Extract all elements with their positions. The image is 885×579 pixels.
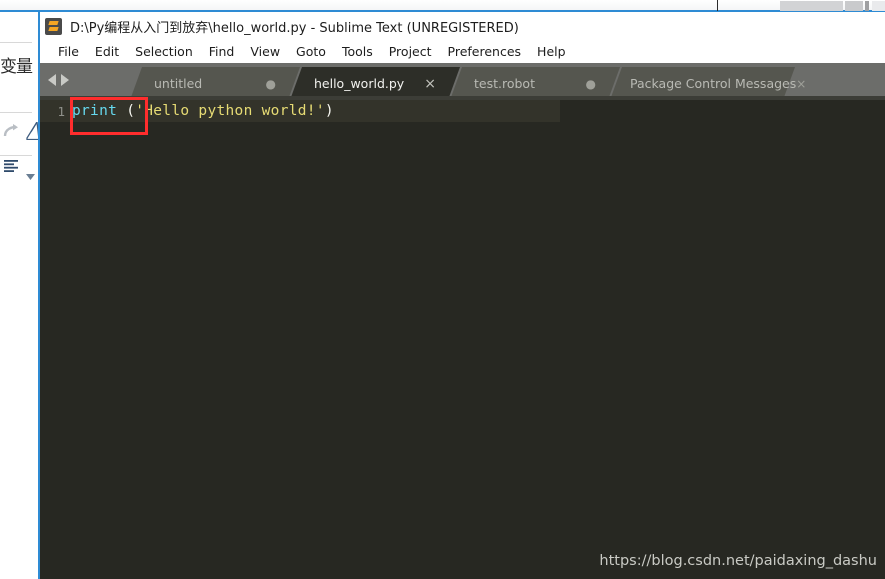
code-editor[interactable]: 1 print ('Hello python world!') https://… [40,97,885,579]
watermark-text: https://blog.csdn.net/paidaxing_dashu [599,553,877,569]
menu-bar: File Edit Selection Find View Goto Tools… [40,40,885,63]
panel-divider-2 [0,112,32,113]
code-text[interactable]: print ('Hello python world!') [72,103,334,119]
background-left-panel: 变量 [0,12,40,579]
title-bar: D:\Py编程从入门到放弃\hello_world.py - Sublime T… [40,12,885,40]
tab-navigation [48,74,69,86]
tab-label: untitled [154,76,203,91]
menu-item-preferences[interactable]: Preferences [440,42,530,61]
top-strip-block-4 [872,1,885,11]
arrow-left-icon[interactable] [48,74,56,86]
close-icon[interactable]: × [424,77,436,91]
token-open-paren: ( [126,103,136,119]
background-top-strip [0,0,885,12]
panel-divider-1 [0,42,32,43]
sublime-logo-icon [45,17,62,35]
unsaved-dot-icon[interactable]: ● [266,78,276,90]
panel-divider-3 [0,155,32,156]
menu-item-goto[interactable]: Goto [288,42,334,61]
tab-bar: untitled ● hello_world.py × test.robot ●… [40,63,885,100]
sublime-text-window: D:\Py编程从入门到放弃\hello_world.py - Sublime T… [38,12,885,579]
close-icon[interactable]: × [796,78,806,90]
menu-item-help[interactable]: Help [529,42,574,61]
menu-item-view[interactable]: View [242,42,288,61]
code-line-1[interactable]: 1 print ('Hello python world!') [40,97,885,135]
token-close-paren: ) [324,103,334,119]
arrow-right-icon[interactable] [61,74,69,86]
tab-label: test.robot [474,76,535,91]
background-side-label: 变量 [0,57,33,77]
align-left-icon[interactable] [4,160,20,179]
tab-label: Package Control Messages [630,76,797,91]
menu-item-find[interactable]: Find [201,42,243,61]
token-function: print [72,103,118,119]
top-strip-block-1 [780,1,843,11]
menu-item-tools[interactable]: Tools [334,42,381,61]
caret-down-icon[interactable] [26,167,35,185]
window-title: D:\Py编程从入门到放弃\hello_world.py - Sublime T… [70,20,519,36]
top-strip-divider [717,0,718,11]
top-strip-block-2 [845,1,863,11]
token-string: 'Hello python world!' [135,103,325,119]
top-strip-block-3 [865,1,869,11]
menu-item-project[interactable]: Project [381,42,440,61]
menu-item-selection[interactable]: Selection [127,42,201,61]
redo-icon[interactable] [3,124,19,143]
tab-label: hello_world.py [314,76,405,91]
unsaved-dot-icon[interactable]: ● [586,78,596,90]
menu-item-edit[interactable]: Edit [87,42,127,61]
line-number: 1 [57,103,65,119]
menu-item-file[interactable]: File [50,42,87,61]
